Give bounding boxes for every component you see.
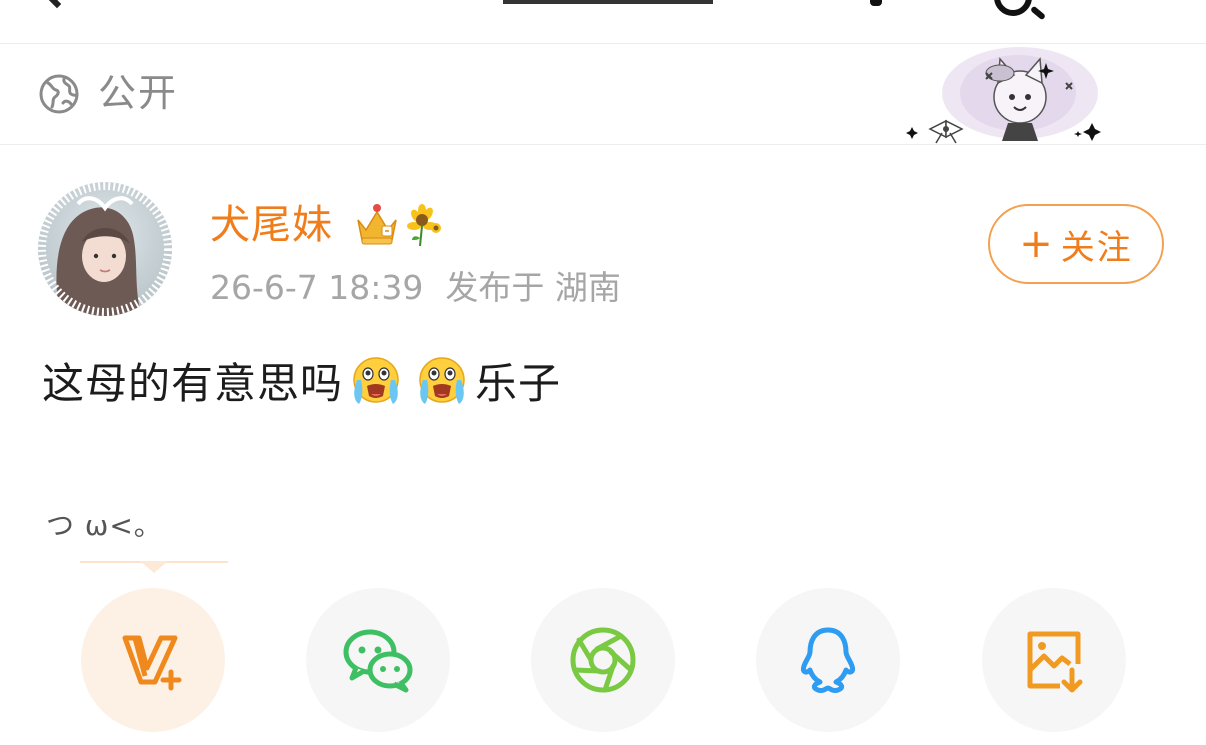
sunflower-icon[interactable] bbox=[406, 204, 446, 248]
save-image-icon bbox=[1027, 631, 1083, 693]
share-qq-button[interactable] bbox=[756, 588, 900, 732]
vplus-icon bbox=[122, 635, 182, 691]
nav-title-cropped bbox=[503, 0, 713, 14]
share-save-image-button[interactable] bbox=[982, 588, 1126, 732]
cat-sticker-decoration bbox=[906, 47, 1101, 144]
globe-icon bbox=[39, 74, 79, 114]
share-row bbox=[0, 586, 1206, 736]
crying-emoji-icon bbox=[419, 357, 465, 404]
crown-icon[interactable] bbox=[354, 202, 400, 246]
wechat-icon bbox=[343, 629, 413, 693]
post-text-main: 这母的有意思吗 bbox=[42, 358, 344, 408]
share-moments-button[interactable] bbox=[531, 588, 675, 732]
follow-button[interactable]: + 关注 bbox=[988, 204, 1164, 284]
visibility-label: 公开 bbox=[98, 71, 179, 115]
plus-icon: + bbox=[1019, 221, 1055, 267]
moments-icon bbox=[570, 627, 636, 693]
visibility-row[interactable]: 公开 bbox=[0, 45, 1206, 145]
post-meta: 26-6-7 18:39 发布于 湖南 bbox=[210, 266, 621, 310]
top-nav-bar bbox=[0, 0, 1206, 44]
post-text-tail: 乐子 bbox=[475, 358, 562, 408]
back-arrow-icon[interactable] bbox=[35, 0, 79, 9]
share-tab-indicator bbox=[80, 561, 228, 573]
post-location: 发布于 湖南 bbox=[445, 268, 621, 307]
post-time: 26-6-7 18:39 bbox=[210, 268, 424, 307]
kaomoji-text: つ ω<。 bbox=[46, 509, 163, 542]
more-icon[interactable] bbox=[870, 0, 882, 6]
post-header: 犬尾妹 26-6-7 18:39 发布于 湖南 + 关注 bbox=[0, 146, 1206, 326]
qq-icon bbox=[801, 627, 855, 694]
search-icon[interactable] bbox=[994, 0, 1032, 16]
follow-label: 关注 bbox=[1060, 227, 1133, 268]
share-vplus-button[interactable] bbox=[81, 588, 225, 732]
post-detail-page: 公开 犬尾妹 26-6-7 18:39 发布于 湖南 + 关注 这母的有意思吗 … bbox=[0, 0, 1206, 745]
crying-emoji-icon bbox=[353, 357, 399, 404]
username[interactable]: 犬尾妹 bbox=[210, 200, 333, 250]
share-wechat-button[interactable] bbox=[306, 588, 450, 732]
post-text: 这母的有意思吗 乐子 bbox=[42, 350, 561, 410]
avatar[interactable] bbox=[38, 182, 172, 316]
